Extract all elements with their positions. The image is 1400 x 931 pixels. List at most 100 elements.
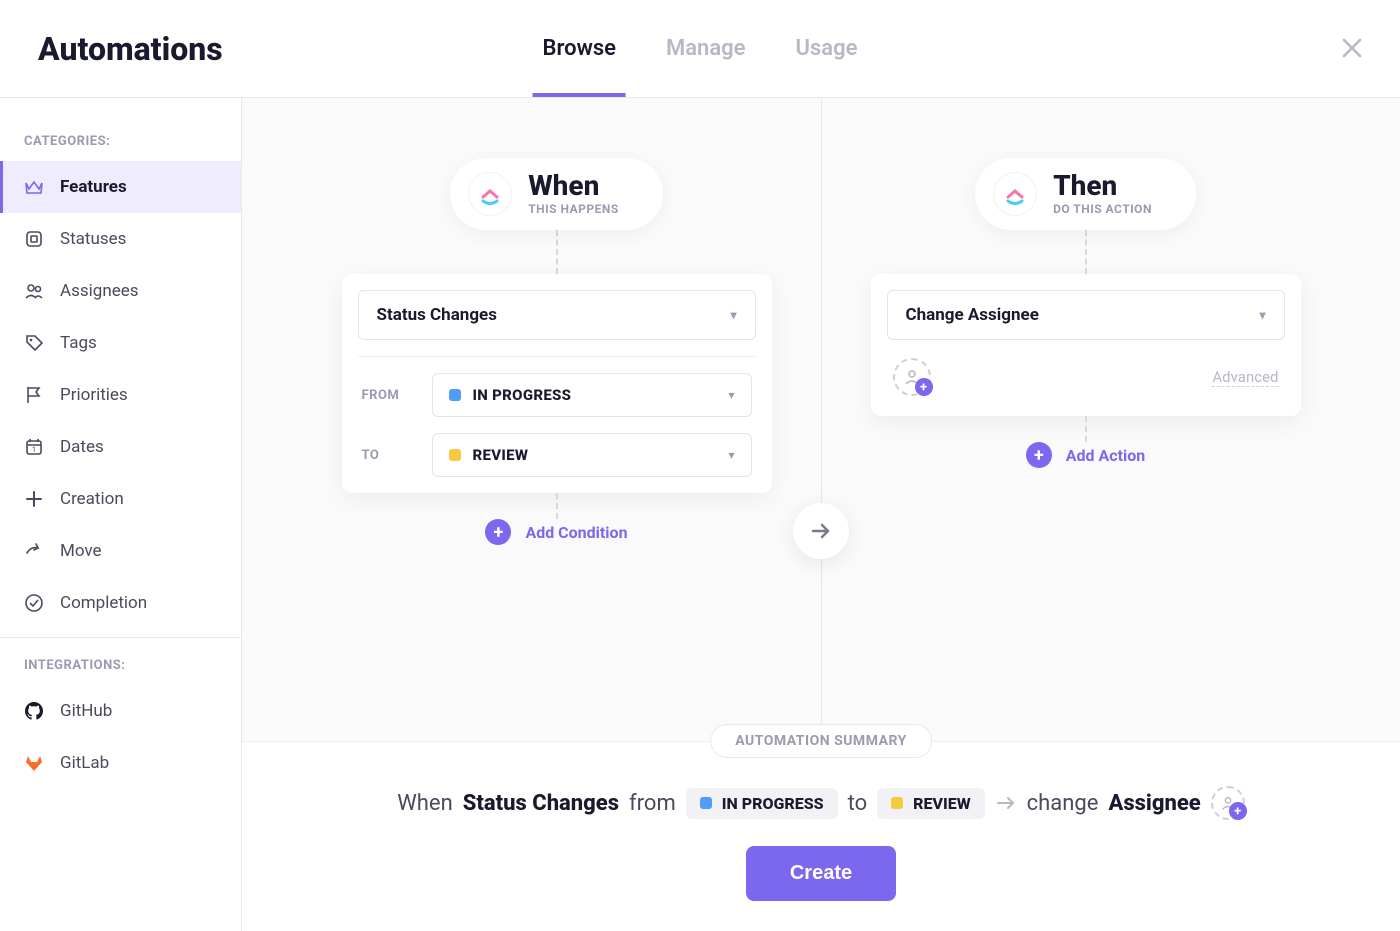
to-status-select[interactable]: REVIEW ▾ [432,433,752,477]
gitlab-icon [24,753,44,773]
sidebar-item-label: Priorities [60,385,128,405]
to-status-name: REVIEW [473,446,717,464]
calendar-icon: 1 [24,437,44,457]
connector [556,230,558,274]
trigger-select[interactable]: Status Changes ▾ [358,290,756,340]
action-value: Change Assignee [906,305,1039,325]
github-icon [24,701,44,721]
when-subtitle: THIS HAPPENS [528,202,619,216]
tabs: Browse Manage Usage [543,20,858,77]
sidebar-item-features[interactable]: Features [0,161,241,213]
when-header: When THIS HAPPENS [450,158,663,230]
summary-from-chip: IN PROGRESS [686,788,838,819]
sidebar-item-label: Creation [60,489,124,509]
summary-from: from [629,791,676,816]
add-assignee-button[interactable]: + [893,358,931,396]
plus-icon [24,489,44,509]
tag-icon [24,333,44,353]
sidebar-item-priorities[interactable]: Priorities [0,369,241,421]
summary-change: change [1027,791,1099,816]
body: CATEGORIES: Features Statuses Assignees … [0,98,1400,931]
sidebar-item-statuses[interactable]: Statuses [0,213,241,265]
svg-text:1: 1 [32,446,36,454]
flag-icon [24,385,44,405]
categories-label: CATEGORIES: [0,122,241,161]
tab-manage[interactable]: Manage [666,36,746,93]
close-icon[interactable] [1342,38,1362,58]
footer: AUTOMATION SUMMARY When Status Changes f… [242,741,1400,931]
from-status-name: IN PROGRESS [473,386,717,404]
sidebar-item-completion[interactable]: Completion [0,577,241,629]
clickup-logo-icon [468,172,512,216]
then-subtitle: DO THIS ACTION [1053,202,1152,216]
sidebar-item-label: Statuses [60,229,126,249]
sidebar-item-label: Dates [60,437,104,457]
sidebar-item-move[interactable]: Move [0,525,241,577]
header: Automations Browse Manage Usage [0,0,1400,98]
from-status-select[interactable]: IN PROGRESS ▾ [432,373,752,417]
chevron-down-icon: ▾ [728,448,734,462]
sidebar-item-tags[interactable]: Tags [0,317,241,369]
crown-icon [24,177,44,197]
chevron-down-icon: ▾ [728,388,734,402]
connector [1085,230,1087,274]
sidebar-item-creation[interactable]: Creation [0,473,241,525]
status-dot [891,797,903,809]
share-icon [24,541,44,561]
connector [556,493,558,519]
tab-usage[interactable]: Usage [796,36,858,93]
add-condition-button[interactable]: + Add Condition [485,519,627,545]
chevron-down-icon: ▾ [730,308,736,322]
status-dot [700,797,712,809]
plus-circle-icon: + [1026,442,1052,468]
summary-trigger: Status Changes [463,791,619,816]
people-icon [24,281,44,301]
sidebar-item-assignees[interactable]: Assignees [0,265,241,317]
then-card: Change Assignee ▾ + Advanced [871,274,1301,416]
sidebar-item-dates[interactable]: 1 Dates [0,421,241,473]
tab-browse[interactable]: Browse [543,36,616,93]
summary-text: When Status Changes from IN PROGRESS to … [397,786,1244,820]
action-select[interactable]: Change Assignee ▾ [887,290,1285,340]
divider [0,637,241,638]
then-title: Then [1053,172,1152,200]
summary-when: When [397,791,452,816]
page-title: Automations [38,30,223,68]
sidebar-item-gitlab[interactable]: GitLab [0,737,241,789]
sidebar-item-label: Completion [60,593,147,613]
arrow-right-icon [793,503,849,559]
summary-badge: AUTOMATION SUMMARY [710,724,932,758]
create-button[interactable]: Create [746,846,896,901]
plus-badge-icon: + [915,378,933,396]
arrow-right-icon [995,792,1017,814]
sidebar-item-label: GitHub [60,701,112,721]
sidebar-item-github[interactable]: GitHub [0,685,241,737]
to-row: TO REVIEW ▾ [358,417,756,477]
main: When THIS HAPPENS Status Changes ▾ FROM [242,98,1400,931]
summary-assignee: Assignee [1108,791,1200,816]
clickup-logo-icon [993,172,1037,216]
add-action-button[interactable]: + Add Action [1026,442,1145,468]
square-icon [24,229,44,249]
connector [1085,416,1087,442]
sidebar-item-label: GitLab [60,753,109,773]
from-row: FROM IN PROGRESS ▾ [358,356,756,417]
summary-to-chip: REVIEW [877,788,985,819]
when-title: When [528,172,619,200]
summary-from-status: IN PROGRESS [722,794,824,813]
when-card: Status Changes ▾ FROM IN PROGRESS ▾ TO [342,274,772,493]
then-column: Then DO THIS ACTION Change Assignee ▾ + [821,158,1350,741]
add-action-label: Add Action [1066,446,1145,465]
summary-assignee-avatar[interactable]: + [1211,786,1245,820]
to-label: TO [362,448,418,463]
assignee-row: + Advanced [887,358,1285,400]
sidebar-item-label: Tags [60,333,97,353]
when-column: When THIS HAPPENS Status Changes ▾ FROM [292,158,821,741]
integrations-label: INTEGRATIONS: [0,646,241,685]
advanced-link[interactable]: Advanced [1212,368,1278,387]
sidebar: CATEGORIES: Features Statuses Assignees … [0,98,242,931]
chevron-down-icon: ▾ [1259,308,1265,322]
trigger-value: Status Changes [377,305,497,325]
from-label: FROM [362,388,418,403]
then-header: Then DO THIS ACTION [975,158,1196,230]
